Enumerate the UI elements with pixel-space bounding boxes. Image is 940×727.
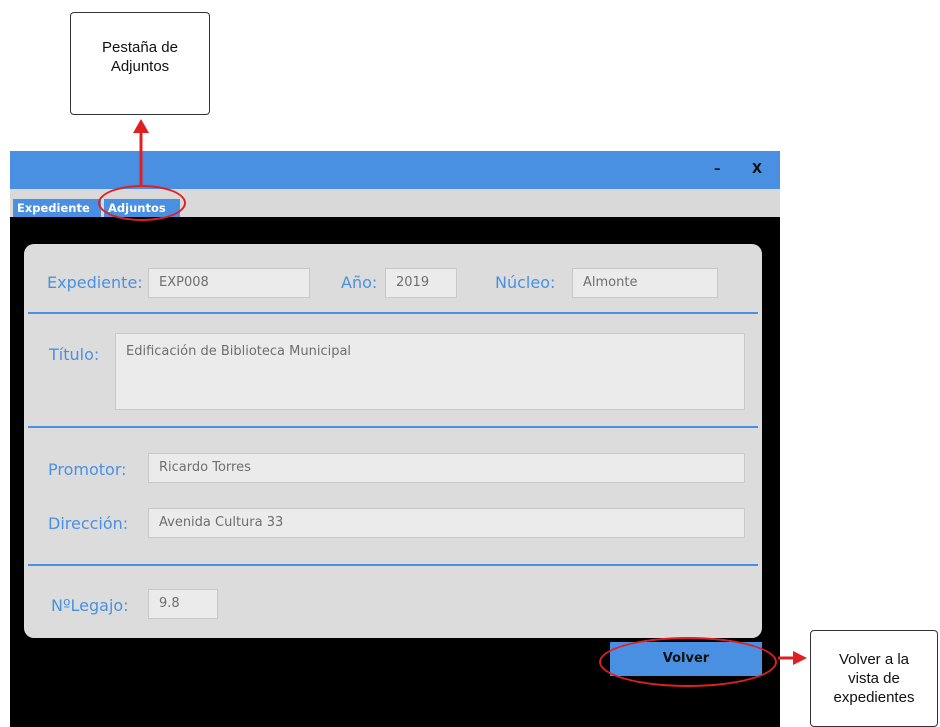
separator — [28, 426, 758, 428]
app-window: – X Expediente Adjuntos Expediente: EXP0… — [10, 151, 780, 727]
separator — [28, 312, 758, 314]
tab-expediente[interactable]: Expediente — [13, 199, 101, 217]
nucleo-label: Núcleo: — [495, 273, 556, 292]
separator — [28, 564, 758, 566]
back-callout-text: Volver a la vista de expedientes — [833, 651, 915, 706]
tab-adjuntos[interactable]: Adjuntos — [104, 199, 180, 217]
anio-label: Año: — [341, 273, 378, 292]
titulo-label: Título: — [49, 345, 100, 364]
tab-bar: Expediente Adjuntos — [10, 189, 780, 217]
minimize-button[interactable]: – — [714, 162, 721, 177]
tabs-callout-text: Pestaña de Adjuntos — [102, 38, 178, 75]
arrow-right-icon — [793, 651, 807, 665]
expediente-field[interactable]: EXP008 — [148, 268, 310, 298]
legajo-field[interactable]: 9.8 — [148, 589, 218, 619]
close-button[interactable]: X — [752, 162, 762, 177]
titulo-field[interactable]: Edificación de Biblioteca Municipal — [115, 333, 745, 410]
title-bar: – X — [10, 151, 780, 189]
anio-field[interactable]: 2019 — [385, 268, 457, 298]
promotor-field[interactable]: Ricardo Torres — [148, 453, 745, 483]
back-callout: Volver a la vista de expedientes — [810, 630, 938, 727]
tabs-callout: Pestaña de Adjuntos — [70, 12, 210, 115]
direccion-field[interactable]: Avenida Cultura 33 — [148, 508, 745, 538]
arrow-up-icon — [133, 119, 149, 133]
form-panel: Expediente: EXP008 Año: 2019 Núcleo: Alm… — [24, 244, 762, 638]
legajo-label: NºLegajo: — [51, 596, 129, 615]
direccion-label: Dirección: — [48, 514, 129, 533]
volver-button[interactable]: Volver — [610, 642, 762, 676]
nucleo-field[interactable]: Almonte — [572, 268, 718, 298]
expediente-label: Expediente: — [47, 273, 143, 292]
promotor-label: Promotor: — [48, 460, 127, 479]
